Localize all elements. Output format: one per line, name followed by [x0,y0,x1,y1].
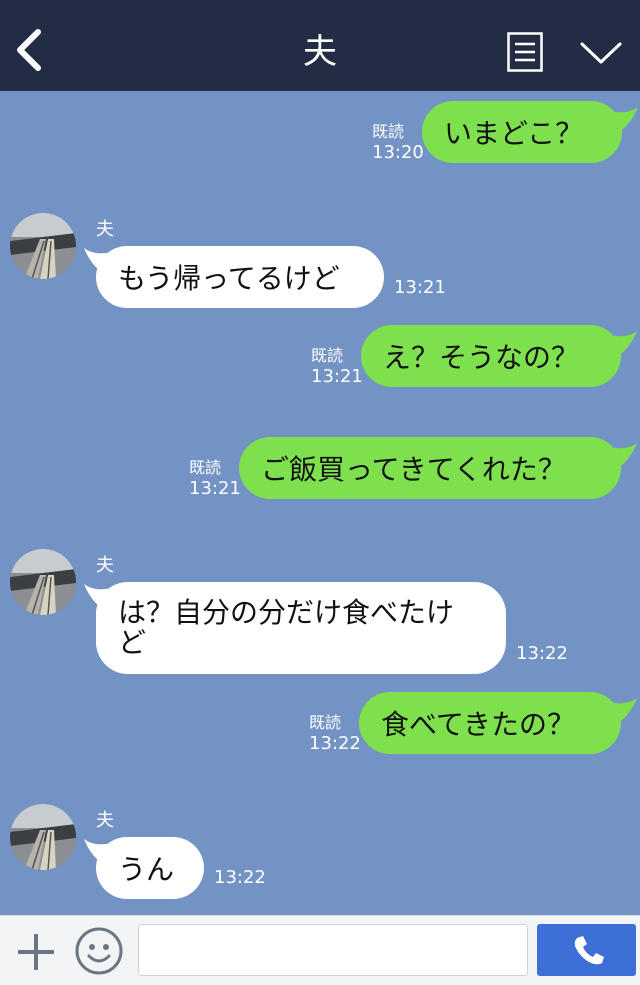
plus-icon [18,934,54,970]
sender-name: 夫 [96,810,114,831]
bubble-tail [609,331,637,359]
message-text: ご飯買ってきてくれた？ [261,453,566,486]
chevron-down-icon [580,42,622,64]
message-time: 13:22 [214,867,266,888]
emoji-icon [75,927,123,975]
input-bar [0,915,640,985]
emoji-button[interactable] [74,926,124,976]
avatar[interactable] [10,549,76,615]
bubble-tail [609,698,637,726]
read-receipt: 既読 [189,458,222,477]
bubble-tail [84,584,112,612]
phone-icon [574,936,604,965]
message-text: いまどこ？ [444,117,584,150]
message-time: 13:20 [372,142,424,163]
message-meta: 既読 13:20 [372,121,424,163]
message-meta: 既読 13:21 [189,457,241,499]
avatar[interactable] [10,804,76,870]
chat-header: 夫 [0,0,640,91]
menu-button[interactable] [507,32,543,72]
message-time: 13:22 [516,643,568,664]
message-text-continued: ど [118,626,147,659]
bubble-tail [609,443,637,471]
add-button[interactable] [14,930,58,974]
message-time: 13:21 [189,478,241,499]
message-input[interactable] [138,924,528,976]
incoming-bubble[interactable]: うん [84,837,204,899]
avatar[interactable] [10,213,76,279]
outgoing-bubble[interactable]: 食べてきたの？ [359,692,637,754]
message-text: え？そうなの？ [383,341,580,374]
dropdown-button[interactable] [578,36,624,70]
message-meta: 既読 13:21 [311,345,363,387]
bubble-tail [84,248,112,276]
chat-area[interactable]: 既読 13:20 いまどこ？ 夫 もう帰ってるけど 13:21 既読 13:21… [0,91,640,915]
outgoing-bubble[interactable]: いまどこ？ [422,101,638,163]
message-text: 食べてきたの？ [381,708,576,741]
sender-name: 夫 [96,555,114,576]
sender-name: 夫 [96,219,114,240]
message-time: 13:21 [311,366,363,387]
message-text: は？自分の分だけ食べたけ [118,596,455,629]
outgoing-bubble[interactable]: え？そうなの？ [361,325,637,387]
chat-title: 夫 [303,32,337,72]
message-meta: 既読 13:22 [309,712,361,754]
message-text: もう帰ってるけど [118,262,340,295]
incoming-bubble[interactable]: もう帰ってるけど [84,246,384,308]
message-time: 13:22 [309,733,361,754]
incoming-bubble[interactable]: は？自分の分だけ食べたけ ど [84,582,506,674]
call-button[interactable] [537,924,636,976]
read-receipt: 既読 [309,713,342,732]
read-receipt: 既読 [311,346,344,365]
bubble-tail [84,839,112,867]
message-time: 13:21 [394,277,446,298]
outgoing-bubble[interactable]: ご飯買ってきてくれた？ [239,437,637,499]
message-text: うん [118,853,175,886]
menu-icon [507,32,543,72]
read-receipt: 既読 [372,122,405,141]
bubble-tail [610,107,638,135]
